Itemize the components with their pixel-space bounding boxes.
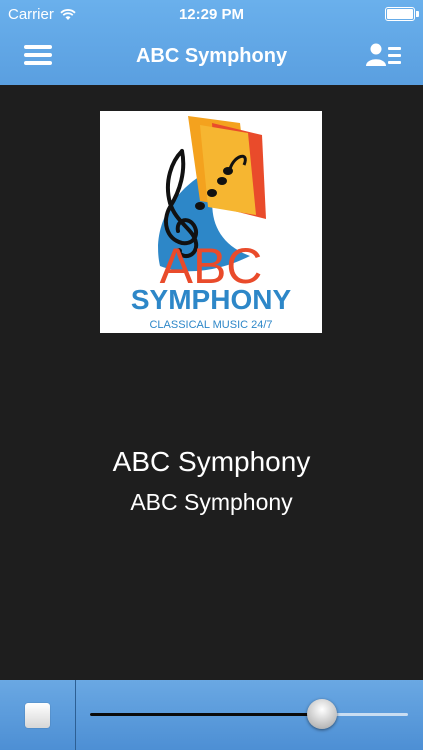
volume-slider[interactable] (90, 699, 408, 729)
station-subtitle: ABC Symphony (130, 489, 293, 515)
contact-button[interactable] (365, 42, 403, 68)
battery-icon (385, 7, 419, 21)
player-bar (0, 680, 423, 750)
volume-slider-thumb[interactable] (307, 699, 338, 729)
status-time: 12:29 PM (178, 6, 245, 23)
navigation-bar: ABC Symphony (0, 28, 423, 85)
now-playing-panel: ABC SYMPHONY CLASSICAL MUSIC 24/7 ABC Sy… (0, 85, 423, 680)
volume-slider-fill (90, 713, 323, 716)
logo-text-symphony: SYMPHONY (131, 284, 292, 315)
page-title: ABC Symphony (135, 45, 288, 67)
contact-card-icon (366, 43, 401, 66)
stop-control (0, 680, 76, 750)
status-bar: Carrier 12:29 PM (0, 0, 423, 28)
station-logo: ABC SYMPHONY CLASSICAL MUSIC 24/7 (100, 111, 322, 333)
logo-text-tagline: CLASSICAL MUSIC 24/7 (149, 319, 272, 331)
top-bar: Carrier 12:29 PM ABC Symphony (0, 0, 423, 85)
station-name: ABC Symphony (112, 446, 311, 477)
stop-button[interactable] (25, 703, 50, 728)
